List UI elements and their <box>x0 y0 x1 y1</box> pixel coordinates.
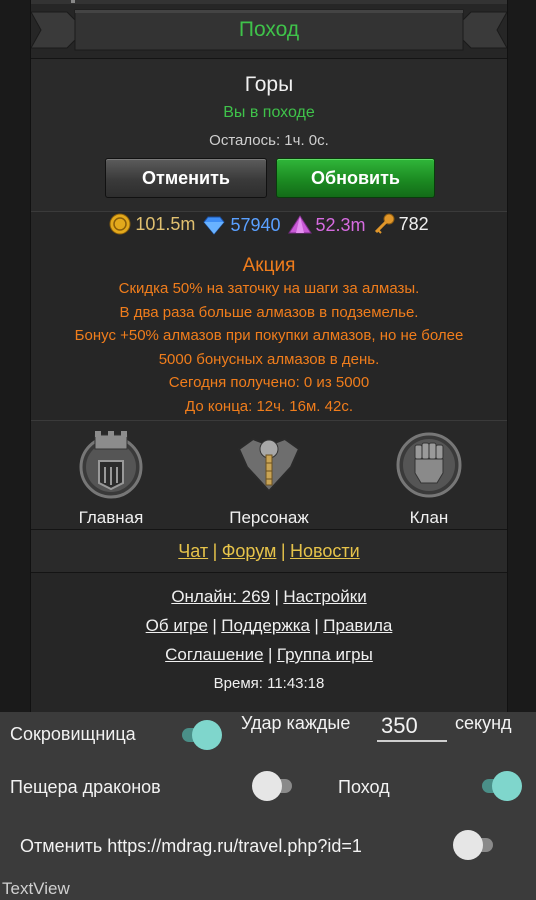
castle-icon <box>79 431 143 499</box>
diamond-currency: 57940 <box>202 214 281 236</box>
community-links: Чат | Форум | Новости <box>31 530 507 573</box>
character-icon <box>237 437 301 493</box>
gold-coin-icon <box>109 213 131 235</box>
diamond-amount: 57940 <box>230 214 281 235</box>
travel-status: Вы в походе <box>223 104 315 121</box>
page-header: Поход <box>31 4 507 52</box>
promo-line: Скидка 50% на заточку на шаги за алмазы. <box>118 280 420 297</box>
page-title: Поход <box>238 18 300 41</box>
nav-item-character[interactable]: Персонаж <box>214 427 324 528</box>
nav-label-main: Главная <box>78 508 144 527</box>
cave-label: Пещера драконов <box>10 777 161 797</box>
about-link[interactable]: Об игре <box>146 616 208 635</box>
strike-interval-input[interactable] <box>377 712 447 742</box>
server-time: Время: 11:43:18 <box>213 675 325 692</box>
gold-currency: 101.5m <box>109 213 195 235</box>
game-webview: Поход Горы Вы в походе Осталось: 1ч. 0с.… <box>30 0 508 712</box>
gold-amount: 101.5m <box>135 213 196 234</box>
promo-line: Сегодня получено: 0 из 5000 <box>168 374 370 391</box>
nav-label-clan: Клан <box>409 508 449 527</box>
time-remaining: Осталось: 1ч. 0с. <box>209 132 329 149</box>
travel-panel: Горы Вы в походе Осталось: 1ч. 0с. Отмен… <box>31 58 507 212</box>
key-currency: 782 <box>373 213 429 235</box>
seconds-label: секунд <box>455 713 512 733</box>
fist-icon <box>396 432 462 498</box>
travel-toggle[interactable] <box>476 771 522 801</box>
link-separator: | <box>212 616 217 635</box>
support-link[interactable]: Поддержка <box>221 616 310 635</box>
promo-line: 5000 бонусных алмазов в день. <box>158 350 380 368</box>
textview-label: TextView <box>2 879 70 898</box>
chat-link[interactable]: Чат <box>178 541 208 561</box>
cancel-button[interactable]: Отменить <box>105 158 267 198</box>
location-name: Горы <box>244 73 294 96</box>
agreement-link[interactable]: Соглашение <box>165 645 263 664</box>
nav-item-clan[interactable]: Клан <box>374 427 484 528</box>
strike-label: Удар каждые <box>241 713 351 733</box>
footer-row: Об игре | Поддержка | Правила <box>31 611 507 640</box>
footer-row: Соглашение | Группа игры <box>31 640 507 669</box>
main-nav: Главная Персонаж Клан <box>31 420 507 530</box>
link-separator: | <box>280 541 286 561</box>
footer-links: Онлайн: 269 | Настройки Об игре | Поддер… <box>31 582 507 698</box>
key-amount: 782 <box>398 213 429 234</box>
update-button[interactable]: Обновить <box>276 158 435 198</box>
cancel-url-toggle[interactable] <box>453 830 499 860</box>
online-link[interactable]: Онлайн: 269 <box>171 587 270 606</box>
settings-link[interactable]: Настройки <box>283 587 366 606</box>
footer-row: Онлайн: 269 | Настройки <box>31 582 507 611</box>
crystal-icon <box>287 215 312 234</box>
currency-bar: 101.5m 57940 52.3m 782 <box>31 213 507 251</box>
group-link[interactable]: Группа игры <box>277 645 373 664</box>
nav-label-character: Персонаж <box>229 508 309 527</box>
nav-item-main[interactable]: Главная <box>56 427 166 528</box>
diamond-icon <box>203 216 226 235</box>
treasury-label: Сокровищница <box>10 724 136 744</box>
key-icon <box>374 213 395 234</box>
link-separator: | <box>212 541 218 561</box>
cave-toggle[interactable] <box>252 771 298 801</box>
link-separator: | <box>274 587 279 606</box>
promo-line: В два раза больше алмазов в подземелье. <box>119 303 419 321</box>
forum-link[interactable]: Форум <box>222 541 277 561</box>
rules-link[interactable]: Правила <box>323 616 392 635</box>
promo-title: Акция <box>242 255 296 276</box>
settings-panel: Сокровищница Удар каждые секунд Пещера д… <box>0 712 536 900</box>
cancel-url-label: Отменить https://mdrag.ru/travel.php?id=… <box>20 836 362 856</box>
link-separator: | <box>314 616 319 635</box>
news-link[interactable]: Новости <box>290 541 360 561</box>
promo-block: Акция Скидка 50% на заточку на шаги за а… <box>31 252 507 418</box>
promo-line: Бонус +50% алмазов при покупки алмазов, … <box>74 327 464 344</box>
promo-line: До конца: 12ч. 16м. 42с. <box>185 397 353 415</box>
crystal-currency: 52.3m <box>287 214 366 236</box>
travel-label: Поход <box>338 777 390 797</box>
crystal-amount: 52.3m <box>315 214 366 235</box>
treasury-toggle[interactable] <box>176 720 222 750</box>
link-separator: | <box>267 645 273 664</box>
